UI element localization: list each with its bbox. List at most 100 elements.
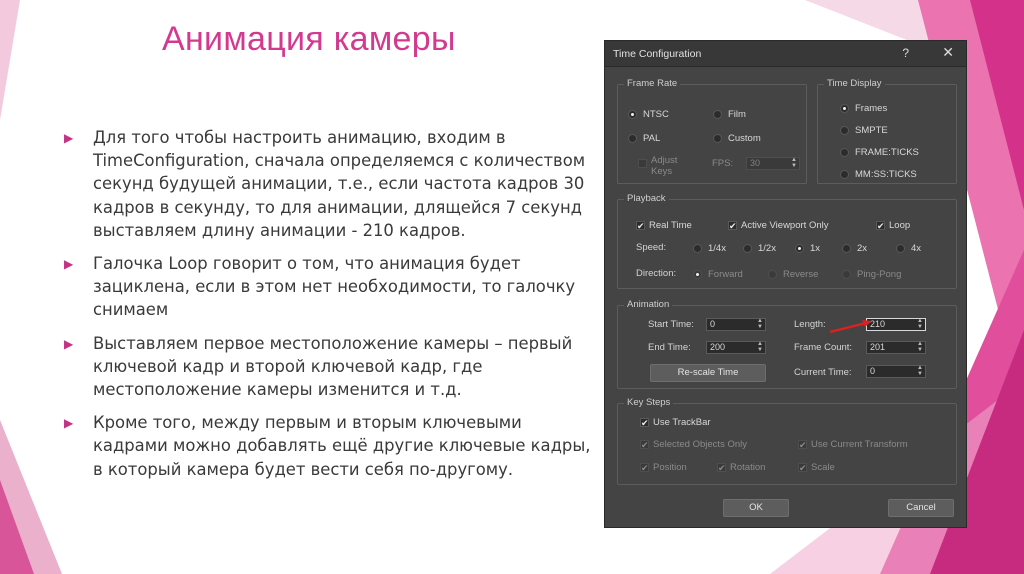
radio-dot <box>713 110 722 119</box>
radio-frames[interactable]: Frames <box>840 103 887 114</box>
bullet-text: Выставляем первое местоположение камеры … <box>93 333 573 400</box>
rotation-checkbox[interactable]: ✔ Rotation <box>717 462 765 473</box>
end-time-label: End Time: <box>648 342 691 353</box>
radio-dot <box>628 110 637 119</box>
left-top-triangle <box>0 0 20 120</box>
playback-label: Playback <box>624 193 669 204</box>
radio-frame-ticks[interactable]: FRAME:TICKS <box>840 147 919 158</box>
speed-label: Speed: <box>636 242 667 253</box>
spinner-arrows-icon[interactable]: ▲ ▼ <box>917 365 923 377</box>
triangle-bullet-icon: ▶ <box>64 336 74 351</box>
animation-label: Animation <box>624 299 673 310</box>
radio-dot <box>896 244 905 253</box>
radio-dot <box>842 270 851 279</box>
dialog-title: Time Configuration <box>613 48 702 60</box>
frame-rate-group: Frame Rate NTSC Film PAL Custom Adjust Ke… <box>617 78 807 184</box>
key-steps-label: Key Steps <box>624 397 674 408</box>
bullet-text: Кроме того, между первым и вторым ключев… <box>93 413 591 479</box>
radio-custom[interactable]: Custom <box>713 133 761 144</box>
frame-count-label: Frame Count: <box>794 342 853 353</box>
bullet-text: Галочка Loop говорит о том, что анимация… <box>93 254 576 320</box>
frame-count-spinner[interactable]: 201 ▲ ▼ <box>866 341 926 354</box>
help-icon[interactable]: ? <box>902 46 909 60</box>
checkbox: ✔ <box>636 221 645 231</box>
spinner-arrows-icon[interactable]: ▲ ▼ <box>791 157 797 169</box>
radio-pal[interactable]: PAL <box>628 133 660 144</box>
ok-button[interactable]: OK <box>723 499 789 517</box>
fps-label: FPS: <box>712 158 734 169</box>
radio-dot <box>628 134 637 143</box>
use-current-transform-checkbox[interactable]: ✔ Use Current Transform <box>798 439 908 450</box>
bullet-text: Для того чтобы настроить анимацию, входи… <box>93 128 586 240</box>
radio-dot <box>840 126 849 135</box>
bullet-item: ▶ Кроме того, между первым и вторым ключ… <box>64 411 594 481</box>
bullet-list: ▶ Для того чтобы настроить анимацию, вхо… <box>64 126 594 491</box>
checkbox: ✔ <box>798 463 807 473</box>
key-steps-group: Key Steps ✔ Use TrackBar ✔ Selected Object… <box>617 397 957 485</box>
spinner-arrows-icon[interactable]: ▲ ▼ <box>757 341 763 353</box>
radio-dot <box>693 270 702 279</box>
radio-dot <box>840 148 849 157</box>
active-viewport-checkbox[interactable]: ✔ Active Viewport Only <box>728 220 828 231</box>
annotation-arrow-icon <box>829 320 872 334</box>
length-spinner[interactable]: 210 ▲ ▼ <box>866 318 926 331</box>
checkbox: ✔ <box>717 463 726 473</box>
speed-4x[interactable]: 4x <box>896 243 921 254</box>
frame-rate-label: Frame Rate <box>624 78 681 89</box>
time-display-group: Time Display Frames SMPTE FRAME:TICKS MM… <box>817 78 957 184</box>
current-time-label: Current Time: <box>794 367 852 378</box>
radio-dot <box>743 244 752 253</box>
rescale-time-button[interactable]: Re-scale Time <box>650 364 766 382</box>
radio-dot <box>842 244 851 253</box>
playback-group: Playback ✔ Real Time ✔ Active Viewport Onl… <box>617 193 957 289</box>
time-display-label: Time Display <box>824 78 885 89</box>
speed-1x[interactable]: 1x <box>795 243 820 254</box>
direction-forward[interactable]: Forward <box>693 269 743 280</box>
checkbox: ✔ <box>798 440 807 450</box>
spinner-arrows-icon[interactable]: ▲ ▼ <box>917 318 923 330</box>
radio-mm-ss-ticks[interactable]: MM:SS:TICKS <box>840 169 917 180</box>
speed-2x[interactable]: 2x <box>842 243 867 254</box>
speed-quarter[interactable]: 1/4x <box>693 243 726 254</box>
radio-dot <box>840 170 849 179</box>
radio-ntsc[interactable]: NTSC <box>628 109 669 120</box>
bullet-item: ▶ Для того чтобы настроить анимацию, вхо… <box>64 126 594 242</box>
radio-film[interactable]: Film <box>713 109 746 120</box>
cancel-button[interactable]: Cancel <box>888 499 954 517</box>
fps-spinner[interactable]: 30 ▲ ▼ <box>746 157 800 170</box>
selected-objects-only-checkbox[interactable]: ✔ Selected Objects Only <box>640 439 747 450</box>
checkbox: ✔ <box>640 440 649 450</box>
adjust-keys-checkbox[interactable]: Adjust Keys <box>638 155 677 177</box>
radio-dot <box>713 134 722 143</box>
spinner-arrows-icon[interactable]: ▲ ▼ <box>757 318 763 330</box>
end-time-spinner[interactable]: 200 ▲ ▼ <box>706 341 766 354</box>
direction-ping-pong[interactable]: Ping-Pong <box>842 269 901 280</box>
radio-smpte[interactable]: SMPTE <box>840 125 888 136</box>
start-time-label: Start Time: <box>648 319 694 330</box>
dialog-titlebar[interactable]: Time Configuration ? ✕ <box>605 41 966 67</box>
checkbox: ✔ <box>728 221 737 231</box>
speed-half[interactable]: 1/2x <box>743 243 776 254</box>
current-time-spinner[interactable]: 0 ▲ ▼ <box>866 365 926 378</box>
scale-checkbox[interactable]: ✔ Scale <box>798 462 835 473</box>
close-icon[interactable]: ✕ <box>942 44 954 61</box>
use-trackbar-checkbox[interactable]: ✔ Use TrackBar <box>640 417 711 428</box>
slide-title: Анимация камеры <box>162 20 456 58</box>
bullet-item: ▶ Галочка Loop говорит о том, что анимац… <box>64 252 594 322</box>
length-label: Length: <box>794 319 826 330</box>
start-time-spinner[interactable]: 0 ▲ ▼ <box>706 318 766 331</box>
real-time-checkbox[interactable]: ✔ Real Time <box>636 220 692 231</box>
loop-checkbox[interactable]: ✔ Loop <box>876 220 910 231</box>
checkbox <box>638 159 647 168</box>
radio-dot <box>795 244 804 253</box>
checkbox: ✔ <box>876 221 885 231</box>
direction-reverse[interactable]: Reverse <box>768 269 818 280</box>
direction-label: Direction: <box>636 268 677 279</box>
time-configuration-dialog: Time Configuration ? ✕ Frame Rate NTSC F… <box>604 40 967 528</box>
animation-group: Animation Start Time: 0 ▲ ▼ Length: 210 ▲… <box>617 299 957 389</box>
position-checkbox[interactable]: ✔ Position <box>640 462 687 473</box>
checkbox: ✔ <box>640 463 649 473</box>
radio-dot <box>840 104 849 113</box>
spinner-arrows-icon[interactable]: ▲ ▼ <box>917 341 923 353</box>
triangle-bullet-icon: ▶ <box>64 416 74 431</box>
